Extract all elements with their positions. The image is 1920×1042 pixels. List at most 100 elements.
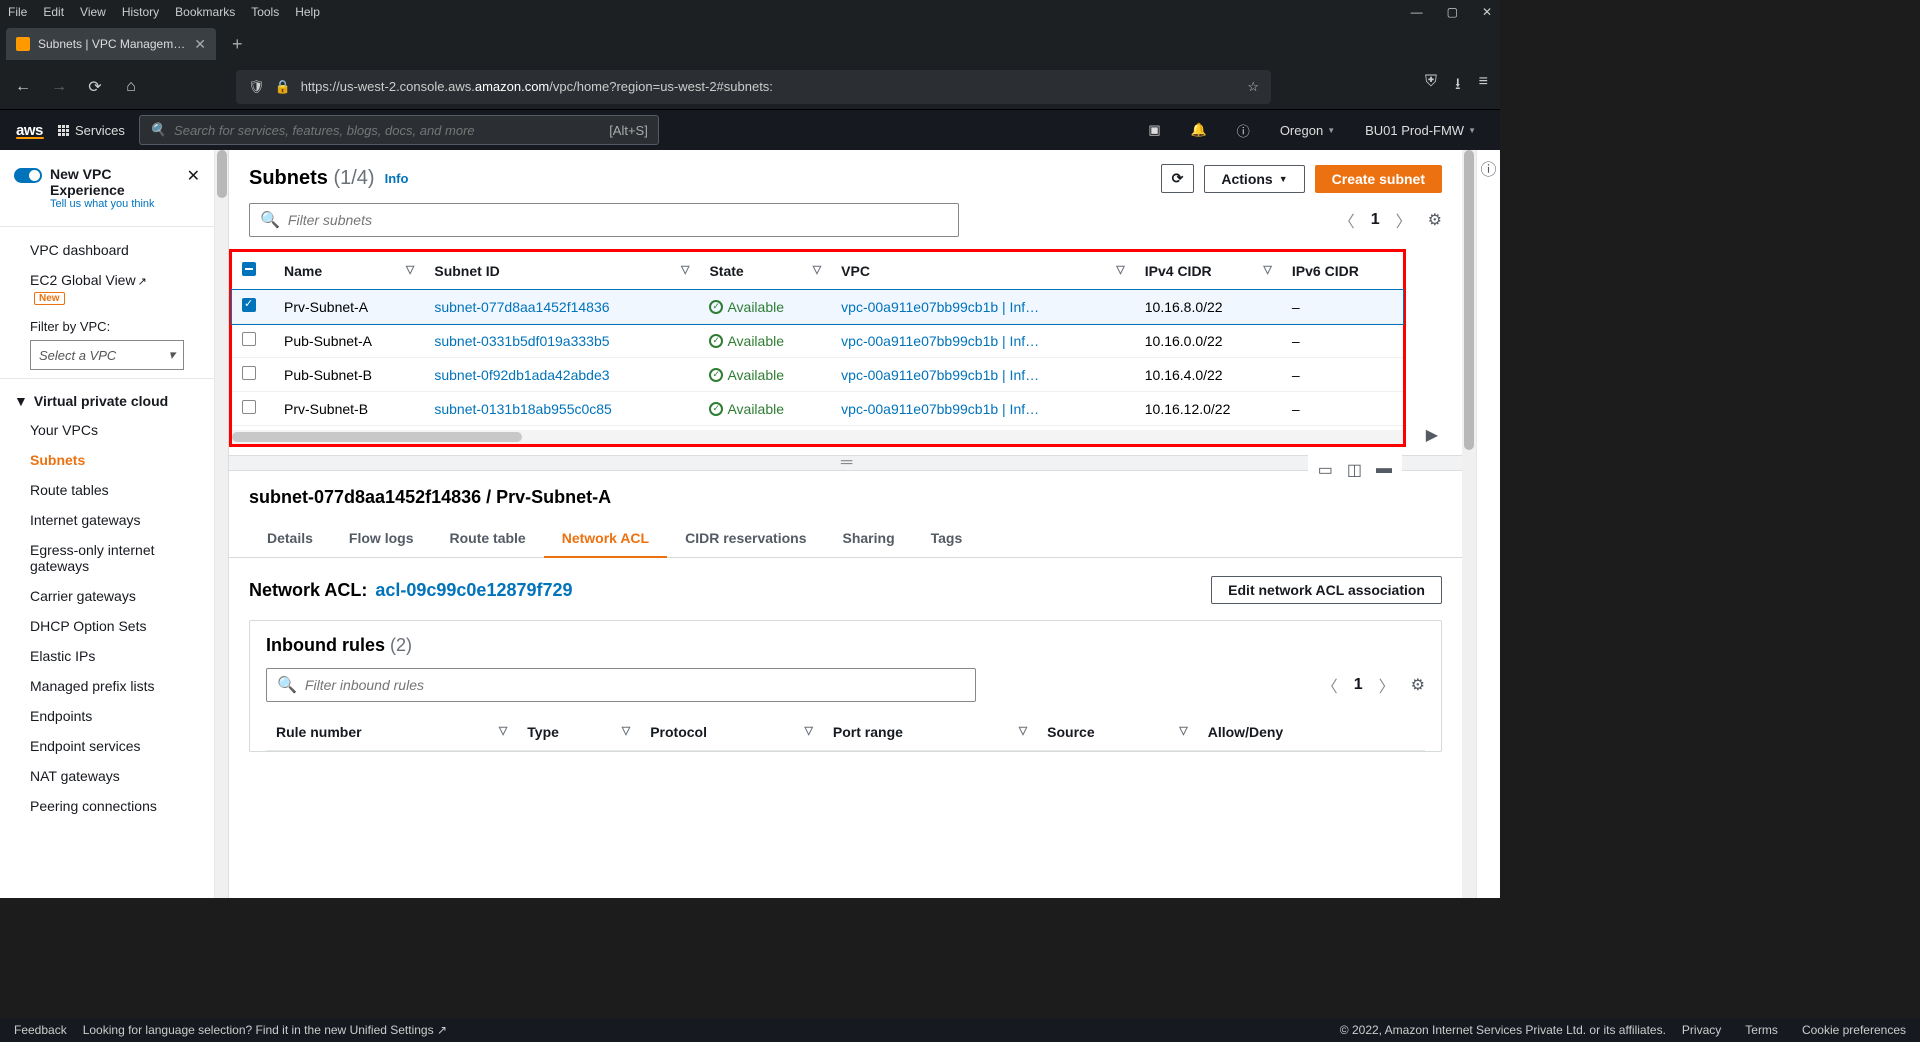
vpc-link[interactable]: vpc-00a911e07bb99cb1b | Inf… — [841, 367, 1039, 383]
aws-search-input[interactable] — [174, 123, 601, 138]
tab-details[interactable]: Details — [249, 520, 331, 557]
new-tab-button[interactable]: + — [224, 34, 251, 55]
tab-cidr-reservations[interactable]: CIDR reservations — [667, 520, 824, 557]
horizontal-scrollbar[interactable] — [232, 430, 1403, 444]
vpc-link[interactable]: vpc-00a911e07bb99cb1b | Inf… — [841, 299, 1039, 315]
info-panel-toggle[interactable]: ⓘ — [1476, 150, 1500, 898]
page-next-icon[interactable]: 〉 — [1379, 673, 1395, 697]
aws-logo[interactable]: aws — [16, 122, 44, 139]
toggle-on-icon[interactable] — [14, 168, 42, 183]
sidebar-item-elastic-ips[interactable]: Elastic IPs — [0, 641, 214, 671]
filter-text-input[interactable] — [288, 212, 948, 228]
window-minimize-icon[interactable]: — — [1411, 5, 1423, 19]
actions-button[interactable]: Actions▼ — [1204, 165, 1304, 193]
aws-search[interactable]: 🔍 [Alt+S] — [139, 115, 659, 145]
vpc-link[interactable]: vpc-00a911e07bb99cb1b | Inf… — [841, 333, 1039, 349]
sidebar-item-carrier-gateways[interactable]: Carrier gateways — [0, 581, 214, 611]
url-bar[interactable]: 🛡 🔒 https://us-west-2.console.aws.amazon… — [236, 70, 1271, 104]
inbound-filter-text[interactable] — [305, 677, 965, 693]
window-maximize-icon[interactable]: ▢ — [1447, 5, 1458, 19]
subnet-id-link[interactable]: subnet-0331b5df019a333b5 — [434, 333, 609, 349]
vpc-filter-select[interactable]: Select a VPC▾ — [30, 340, 184, 370]
sidebar-item-peering[interactable]: Peering connections — [0, 791, 214, 821]
notifications-icon[interactable]: 🔔 — [1183, 118, 1215, 142]
page-next-icon[interactable]: 〉 — [1396, 208, 1412, 232]
sidebar-item-endpoints[interactable]: Endpoints — [0, 701, 214, 731]
col-protocol[interactable]: Protocol▽ — [640, 714, 823, 751]
row-checkbox[interactable] — [242, 366, 256, 380]
tab-sharing[interactable]: Sharing — [825, 520, 913, 557]
col-rule-number[interactable]: Rule number▽ — [266, 714, 517, 751]
sidebar-section-vpc[interactable]: ▼Virtual private cloud — [0, 387, 214, 415]
account-dropdown[interactable]: BU01 Prod-FMW — [1357, 119, 1484, 142]
row-checkbox[interactable] — [242, 400, 256, 414]
settings-gear-icon[interactable]: ⚙ — [1411, 675, 1425, 695]
col-ipv6[interactable]: IPv6 CIDR — [1282, 252, 1403, 290]
browser-tab[interactable]: Subnets | VPC Management Con ✕ — [6, 28, 216, 60]
main-scrollbar[interactable] — [1462, 150, 1476, 898]
cookie-prefs-link[interactable]: Cookie preferences — [1802, 1023, 1906, 1037]
expand-arrow-icon[interactable]: ▶ — [1426, 425, 1438, 445]
menu-history[interactable]: History — [122, 5, 159, 19]
col-name[interactable]: Name▽ — [274, 252, 424, 290]
menu-file[interactable]: File — [8, 5, 27, 19]
filter-subnets-input[interactable]: 🔍 — [249, 203, 959, 237]
view-bottom-icon[interactable]: ▭ — [1318, 460, 1333, 480]
help-icon[interactable]: ⓘ — [1229, 117, 1258, 144]
col-type[interactable]: Type▽ — [517, 714, 640, 751]
tab-route-table[interactable]: Route table — [431, 520, 543, 557]
tab-close-icon[interactable]: ✕ — [194, 36, 206, 53]
col-allow-deny[interactable]: Allow/Deny — [1198, 714, 1425, 751]
col-subnet-id[interactable]: Subnet ID▽ — [424, 252, 699, 290]
page-prev-icon[interactable]: 〈 — [1339, 208, 1355, 232]
table-row[interactable]: Prv-Subnet-Asubnet-077d8aa1452f14836Avai… — [232, 290, 1403, 324]
col-state[interactable]: State▽ — [699, 252, 831, 290]
unified-settings-link[interactable]: Unified Settings ↗ — [350, 1023, 447, 1037]
menu-tools[interactable]: Tools — [251, 5, 279, 19]
table-row[interactable]: Pub-Subnet-Asubnet-0331b5df019a333b5Avai… — [232, 324, 1403, 358]
row-checkbox[interactable] — [242, 298, 256, 312]
view-full-icon[interactable]: ▬ — [1376, 460, 1392, 480]
table-row[interactable]: Prv-Subnet-Bsubnet-0131b18ab955c0c85Avai… — [232, 392, 1403, 426]
feedback-link[interactable]: Feedback — [14, 1023, 67, 1037]
forward-button[interactable]: → — [48, 78, 70, 96]
col-ipv4[interactable]: IPv4 CIDR▽ — [1135, 252, 1282, 290]
window-close-icon[interactable]: ✕ — [1482, 5, 1492, 19]
menu-icon[interactable]: ≡ — [1479, 73, 1488, 100]
subnet-id-link[interactable]: subnet-077d8aa1452f14836 — [434, 299, 609, 315]
home-button[interactable]: ⌂ — [120, 78, 142, 96]
select-all-checkbox[interactable] — [242, 262, 256, 276]
menu-view[interactable]: View — [80, 5, 106, 19]
info-link[interactable]: Info — [385, 171, 409, 186]
terms-link[interactable]: Terms — [1745, 1023, 1778, 1037]
tab-flow-logs[interactable]: Flow logs — [331, 520, 432, 557]
sidebar-item-dhcp[interactable]: DHCP Option Sets — [0, 611, 214, 641]
pocket-icon[interactable]: ⛨ — [1425, 73, 1437, 100]
col-vpc[interactable]: VPC▽ — [831, 252, 1135, 290]
bookmark-star-icon[interactable]: ☆ — [1247, 79, 1259, 95]
vpc-experience-feedback-link[interactable]: Tell us what you think — [50, 198, 179, 210]
tab-tags[interactable]: Tags — [913, 520, 981, 557]
view-split-icon[interactable]: ◫ — [1347, 460, 1362, 480]
subnet-id-link[interactable]: subnet-0131b18ab955c0c85 — [434, 401, 612, 417]
menu-edit[interactable]: Edit — [43, 5, 64, 19]
menu-bookmarks[interactable]: Bookmarks — [175, 5, 235, 19]
row-checkbox[interactable] — [242, 332, 256, 346]
cloudshell-icon[interactable]: ▣ — [1140, 118, 1168, 142]
privacy-link[interactable]: Privacy — [1682, 1023, 1721, 1037]
sidebar-item-internet-gateways[interactable]: Internet gateways — [0, 505, 214, 535]
sidebar-item-nat-gateways[interactable]: NAT gateways — [0, 761, 214, 791]
settings-gear-icon[interactable]: ⚙ — [1428, 210, 1442, 230]
acl-id-link[interactable]: acl-09c99c0e12879f729 — [375, 580, 572, 601]
services-button[interactable]: Services — [58, 123, 125, 138]
sidebar-item-your-vpcs[interactable]: Your VPCs — [0, 415, 214, 445]
sidebar-item-subnets[interactable]: Subnets — [0, 445, 214, 475]
col-source[interactable]: Source▽ — [1037, 714, 1198, 751]
vpc-link[interactable]: vpc-00a911e07bb99cb1b | Inf… — [841, 401, 1039, 417]
subnet-id-link[interactable]: subnet-0f92db1ada42abde3 — [434, 367, 609, 383]
sidebar-item-ec2-global[interactable]: EC2 Global View↗ New — [0, 265, 214, 311]
tab-network-acl[interactable]: Network ACL — [544, 520, 667, 558]
pane-splitter[interactable]: ▭ ◫ ▬ — [229, 455, 1462, 471]
sidebar-item-dashboard[interactable]: VPC dashboard — [0, 235, 214, 265]
sidebar-item-endpoint-services[interactable]: Endpoint services — [0, 731, 214, 761]
